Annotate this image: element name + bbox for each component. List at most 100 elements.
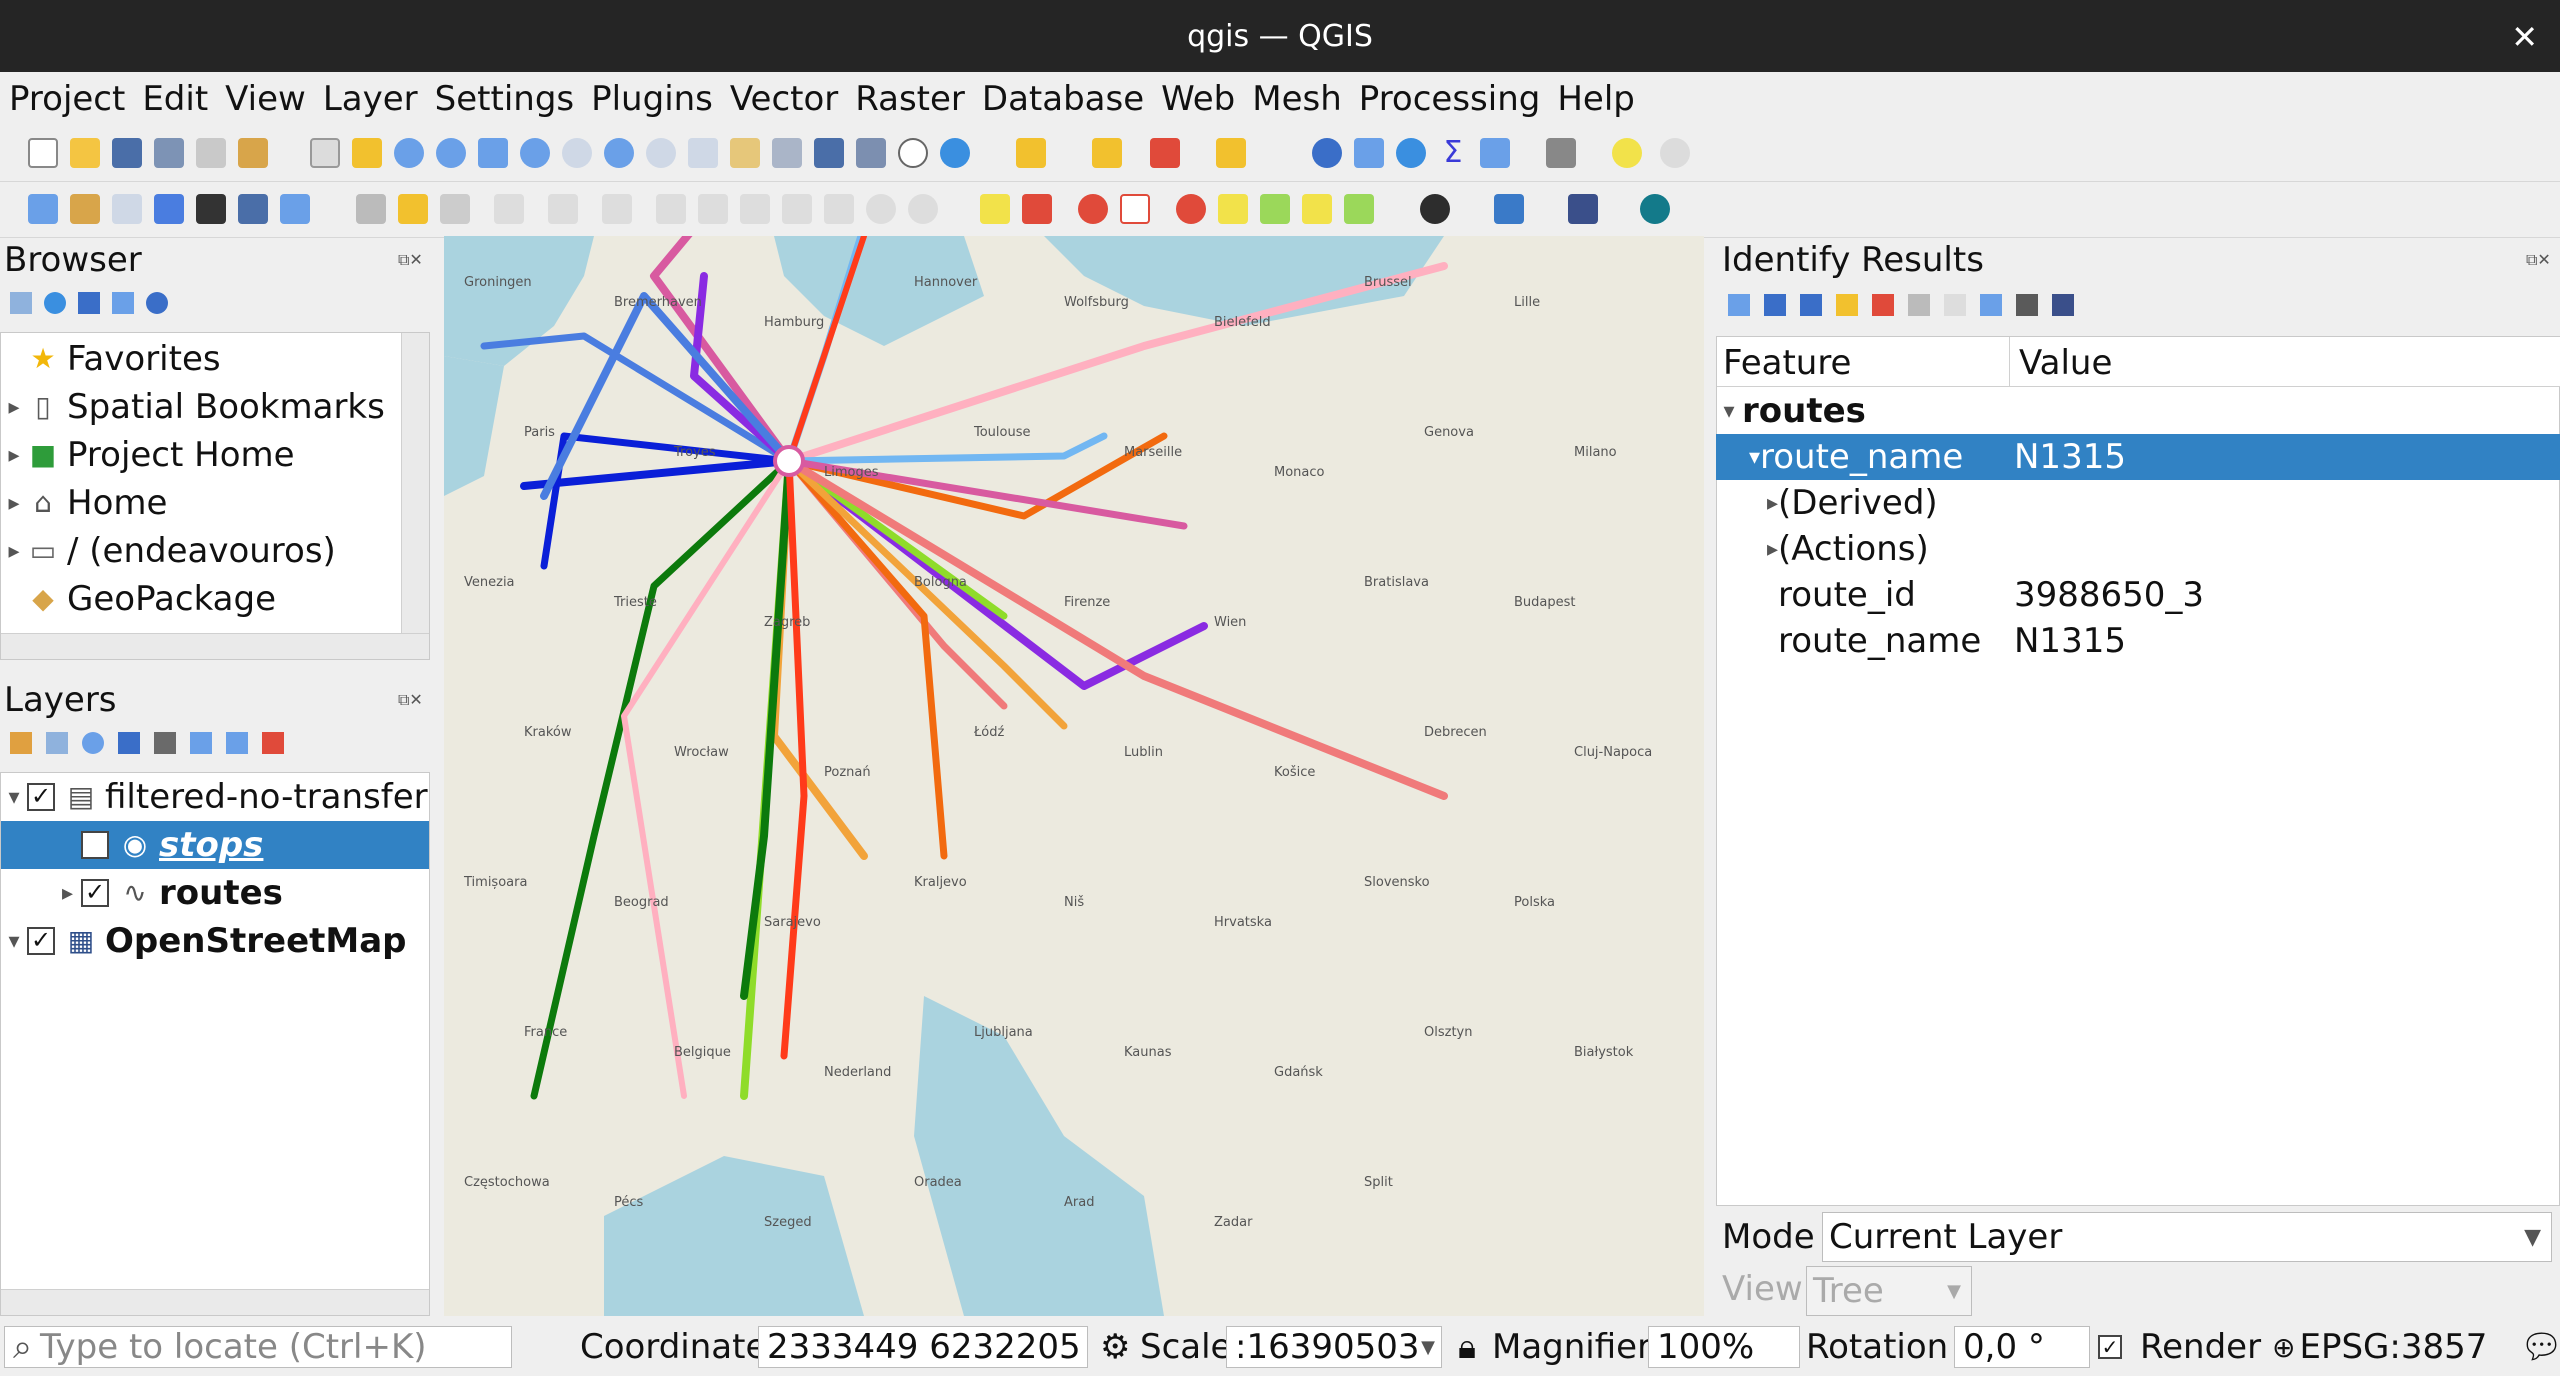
menu-database[interactable]: Database bbox=[974, 79, 1152, 119]
identify-attr-route-name[interactable]: route_name N1315 bbox=[1716, 618, 2560, 664]
menu-vector[interactable]: Vector bbox=[722, 79, 846, 119]
label-icon[interactable] bbox=[980, 194, 1010, 224]
select-features-icon[interactable] bbox=[1016, 138, 1046, 168]
locator-search-input[interactable]: ⌕ Type to locate (Ctrl+K) bbox=[4, 1326, 512, 1368]
menu-plugins[interactable]: Plugins bbox=[583, 79, 721, 119]
show-bookmarks-icon[interactable] bbox=[856, 138, 886, 168]
add-group-icon[interactable] bbox=[46, 732, 68, 754]
data-source-manager-icon[interactable] bbox=[28, 194, 58, 224]
show-hide-diagrams-icon[interactable] bbox=[1218, 194, 1248, 224]
manage-themes-icon[interactable] bbox=[82, 732, 104, 754]
add-vector-icon[interactable] bbox=[112, 194, 142, 224]
identify-feature-row[interactable]: ▾ route_name N1315 bbox=[1716, 434, 2560, 480]
layer-checkbox[interactable]: ✓ bbox=[27, 783, 55, 811]
menu-mesh[interactable]: Mesh bbox=[1244, 79, 1350, 119]
filter-browser-icon[interactable] bbox=[78, 292, 100, 314]
filter-legend-icon[interactable] bbox=[118, 732, 140, 754]
add-postgis-icon[interactable] bbox=[196, 194, 226, 224]
layer-checkbox[interactable]: ✓ bbox=[27, 927, 55, 955]
zoom-full-icon[interactable] bbox=[478, 138, 508, 168]
copy-feature-icon[interactable] bbox=[1908, 294, 1930, 316]
identify-mode-icon[interactable] bbox=[1980, 294, 2002, 316]
identify-derived-row[interactable]: ▸ (Derived) bbox=[1716, 480, 2560, 526]
browser-scrollbar[interactable] bbox=[401, 333, 429, 633]
menu-help[interactable]: Help bbox=[1549, 79, 1643, 119]
change-label-icon[interactable] bbox=[1344, 194, 1374, 224]
pin-labels-icon[interactable] bbox=[1078, 194, 1108, 224]
browser-item-geopackage[interactable]: ◆ GeoPackage bbox=[1, 575, 276, 623]
crs-button[interactable]: ⊕ EPSG:3857 bbox=[2272, 1326, 2487, 1368]
route-hub[interactable] bbox=[773, 445, 805, 477]
expand-all-identify-icon[interactable] bbox=[1764, 294, 1786, 316]
add-delimited-icon[interactable] bbox=[154, 194, 184, 224]
rotation-spinbox[interactable]: 0,0 ° bbox=[1954, 1326, 2090, 1368]
temporal-controller-icon[interactable] bbox=[898, 138, 928, 168]
toggle-editing-icon[interactable] bbox=[398, 194, 428, 224]
new-project-icon[interactable] bbox=[28, 138, 58, 168]
expand-all-icon[interactable] bbox=[190, 732, 212, 754]
collapse-all-icon[interactable] bbox=[112, 292, 134, 314]
pin-diagrams-icon[interactable] bbox=[1176, 194, 1206, 224]
browser-hscrollbar[interactable] bbox=[1, 633, 429, 659]
browser-item-project-home[interactable]: ▸ ■ Project Home bbox=[1, 431, 294, 479]
layer-styling-icon[interactable] bbox=[10, 732, 32, 754]
collapse-all-layers-icon[interactable] bbox=[226, 732, 248, 754]
collapse-all-identify-icon[interactable] bbox=[1800, 294, 1822, 316]
layer-routes[interactable]: ▸ ✓ ∿ routes bbox=[1, 869, 283, 917]
identify-icon[interactable] bbox=[1312, 138, 1342, 168]
identify-help-icon[interactable] bbox=[2052, 294, 2074, 316]
layer-group-filtered[interactable]: ▾ ✓ ▤ filtered-no-transfer bbox=[1, 773, 427, 821]
pan-to-selection-icon[interactable] bbox=[352, 138, 382, 168]
zoom-native-icon[interactable] bbox=[604, 138, 634, 168]
properties-icon[interactable] bbox=[146, 292, 168, 314]
help-icon[interactable] bbox=[1568, 194, 1598, 224]
scale-combobox[interactable]: :16390503 ▼ bbox=[1226, 1326, 1442, 1368]
remove-layer-icon[interactable] bbox=[262, 732, 284, 754]
open-project-icon[interactable] bbox=[70, 138, 100, 168]
menu-web[interactable]: Web bbox=[1153, 79, 1243, 119]
zoom-last-icon[interactable] bbox=[646, 138, 676, 168]
python-console-icon[interactable] bbox=[1494, 194, 1524, 224]
rotate-label-icon[interactable] bbox=[1302, 194, 1332, 224]
identify-dock-controls[interactable]: ⧉✕ bbox=[2526, 250, 2551, 270]
close-icon[interactable]: ✕ bbox=[2511, 18, 2538, 56]
move-label-icon[interactable] bbox=[1260, 194, 1290, 224]
expand-new-icon[interactable] bbox=[1836, 294, 1858, 316]
zoom-selection-icon[interactable] bbox=[520, 138, 550, 168]
layer-stops[interactable]: ◉ stops bbox=[1, 821, 429, 869]
map-canvas[interactable]: Groningen Bremerhaven Hamburg Hannover Wolfs… bbox=[444, 236, 1704, 1316]
new-geopackage-icon[interactable] bbox=[70, 194, 100, 224]
attribute-table-icon[interactable] bbox=[1354, 138, 1384, 168]
show-hide-labels-icon[interactable] bbox=[1120, 194, 1150, 224]
render-checkbox[interactable]: ✓ bbox=[2098, 1326, 2132, 1368]
new-map-view-icon[interactable] bbox=[730, 138, 760, 168]
layers-hscrollbar[interactable] bbox=[1, 1289, 429, 1315]
menu-view[interactable]: View bbox=[217, 79, 314, 119]
add-raster-icon[interactable] bbox=[238, 194, 268, 224]
browser-item-spatial-bookmarks[interactable]: ▸ ▯ Spatial Bookmarks bbox=[1, 383, 384, 431]
layer-checkbox[interactable] bbox=[81, 831, 109, 859]
menu-raster[interactable]: Raster bbox=[847, 79, 973, 119]
clear-results-icon[interactable] bbox=[1872, 294, 1894, 316]
value-column-header[interactable]: Value bbox=[2019, 343, 2112, 383]
select-by-value-icon[interactable] bbox=[1092, 138, 1122, 168]
save-as-icon[interactable] bbox=[154, 138, 184, 168]
refresh-browser-icon[interactable] bbox=[44, 292, 66, 314]
menu-processing[interactable]: Processing bbox=[1351, 79, 1549, 119]
gtfs-plugin-icon[interactable] bbox=[1420, 194, 1450, 224]
identify-attr-route-id[interactable]: route_id 3988650_3 bbox=[1716, 572, 2560, 618]
print-layout-icon[interactable] bbox=[196, 138, 226, 168]
identify-settings-icon[interactable] bbox=[2016, 294, 2038, 316]
deselect-icon[interactable] bbox=[1150, 138, 1180, 168]
pan-icon[interactable] bbox=[310, 138, 340, 168]
mode-select[interactable]: Current Layer ▼ bbox=[1822, 1212, 2552, 1262]
statistics-sigma-icon[interactable]: Σ bbox=[1438, 138, 1468, 168]
menu-edit[interactable]: Edit bbox=[134, 79, 216, 119]
browser-item-root[interactable]: ▸ ▭ / (endeavouros) bbox=[1, 527, 335, 575]
zoom-layer-icon[interactable] bbox=[562, 138, 592, 168]
new-bookmark-icon[interactable] bbox=[814, 138, 844, 168]
zoom-next-icon[interactable] bbox=[688, 138, 718, 168]
bus-plugin-icon[interactable] bbox=[1640, 194, 1670, 224]
style-manager-icon[interactable] bbox=[238, 138, 268, 168]
refresh-icon[interactable] bbox=[940, 138, 970, 168]
